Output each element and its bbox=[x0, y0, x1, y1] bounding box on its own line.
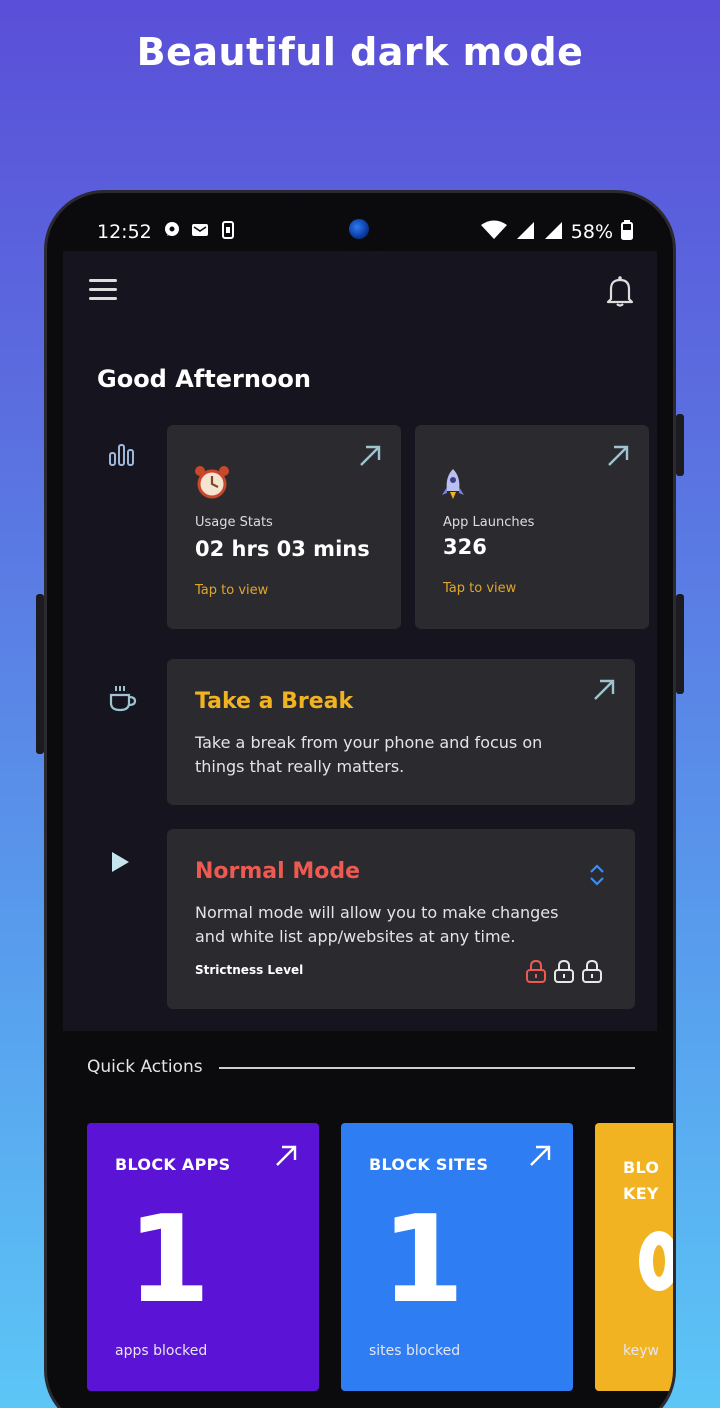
lock-icon bbox=[582, 959, 602, 983]
description-line: Take a break from your phone and focus o… bbox=[195, 733, 543, 752]
block-sites-title: BLOCK SITES bbox=[369, 1155, 489, 1174]
arrow-up-right-icon bbox=[605, 443, 631, 469]
usage-stats-value: 02 hrs 03 mins bbox=[195, 537, 370, 561]
apps-blocked-count: 1 bbox=[127, 1191, 211, 1330]
signal-icon bbox=[515, 220, 535, 244]
status-time: 12:52 bbox=[97, 221, 152, 243]
take-a-break-title: Take a Break bbox=[195, 689, 354, 714]
mode-description: Normal mode will allow you to make chang… bbox=[195, 901, 558, 949]
apps-blocked-label: apps blocked bbox=[115, 1343, 208, 1359]
usage-stats-tap-label[interactable]: Tap to view bbox=[195, 583, 268, 598]
sim-notification-icon bbox=[219, 221, 237, 239]
status-bar: 12:52 58% bbox=[47, 193, 673, 253]
block-apps-card[interactable]: BLOCK APPS 1 apps blocked bbox=[87, 1123, 319, 1391]
phone-frame: 12:52 58% Good Afternoon Usage Stats 02 … bbox=[44, 190, 676, 1408]
notification-bell-icon[interactable] bbox=[605, 275, 635, 307]
chat-notification-icon bbox=[163, 221, 181, 239]
front-camera bbox=[349, 219, 369, 239]
strictness-label: Strictness Level bbox=[195, 963, 304, 977]
usage-stats-label: Usage Stats bbox=[195, 515, 273, 530]
quick-actions-label: Quick Actions bbox=[87, 1057, 203, 1077]
take-a-break-description: Take a break from your phone and focus o… bbox=[195, 731, 542, 779]
signal-icon bbox=[543, 220, 563, 244]
greeting-heading: Good Afternoon bbox=[97, 365, 311, 393]
app-launches-card[interactable]: App Launches 326 Tap to view bbox=[415, 425, 649, 629]
app-screen: Good Afternoon Usage Stats 02 hrs 03 min… bbox=[63, 251, 657, 1031]
arrow-up-right-icon bbox=[357, 443, 383, 469]
keywords-count-partial bbox=[639, 1231, 673, 1291]
battery-icon bbox=[621, 220, 633, 244]
alarm-clock-icon bbox=[193, 463, 231, 505]
phone-side-button bbox=[676, 414, 684, 476]
sites-blocked-count: 1 bbox=[381, 1191, 465, 1330]
arrow-up-right-icon bbox=[273, 1143, 299, 1169]
lock-icon-active bbox=[526, 959, 546, 983]
wifi-icon bbox=[480, 220, 507, 244]
block-keywords-card[interactable]: BLO KEY keyw bbox=[595, 1123, 673, 1391]
hamburger-menu-icon[interactable] bbox=[89, 279, 117, 301]
app-launches-label: App Launches bbox=[443, 515, 535, 530]
promo-headline: Beautiful dark mode bbox=[136, 30, 584, 74]
normal-mode-card[interactable]: Normal Mode Normal mode will allow you t… bbox=[167, 829, 635, 1009]
block-apps-title: BLOCK APPS bbox=[115, 1155, 231, 1174]
battery-percent: 58% bbox=[570, 221, 613, 243]
rocket-icon bbox=[441, 467, 465, 505]
block-keywords-title: BLO KEY bbox=[623, 1155, 659, 1207]
bar-chart-icon bbox=[107, 439, 137, 469]
mode-selector-chevron-icon[interactable] bbox=[589, 863, 605, 891]
app-launches-tap-label[interactable]: Tap to view bbox=[443, 581, 516, 596]
description-line: Normal mode will allow you to make chang… bbox=[195, 903, 559, 922]
app-launches-value: 326 bbox=[443, 535, 487, 559]
coffee-cup-icon bbox=[107, 683, 137, 713]
block-sites-card[interactable]: BLOCK SITES 1 sites blocked bbox=[341, 1123, 573, 1391]
play-icon bbox=[107, 847, 137, 877]
strictness-level-indicator bbox=[525, 959, 603, 983]
phone-side-button bbox=[36, 594, 44, 754]
mail-notification-icon bbox=[191, 221, 209, 239]
phone-side-button bbox=[676, 594, 684, 694]
title-line: KEY bbox=[623, 1184, 659, 1203]
arrow-up-right-icon bbox=[527, 1143, 553, 1169]
divider bbox=[219, 1067, 635, 1069]
lock-icon bbox=[554, 959, 574, 983]
sites-blocked-label: sites blocked bbox=[369, 1343, 461, 1359]
description-line: things that really matters. bbox=[195, 757, 405, 776]
description-line: and white list app/websites at any time. bbox=[195, 927, 516, 946]
usage-stats-card[interactable]: Usage Stats 02 hrs 03 mins Tap to view bbox=[167, 425, 401, 629]
arrow-up-right-icon bbox=[591, 677, 617, 703]
take-a-break-card[interactable]: Take a Break Take a break from your phon… bbox=[167, 659, 635, 805]
mode-title: Normal Mode bbox=[195, 859, 361, 884]
title-line: BLO bbox=[623, 1158, 660, 1177]
keywords-blocked-label: keyw bbox=[623, 1343, 659, 1359]
